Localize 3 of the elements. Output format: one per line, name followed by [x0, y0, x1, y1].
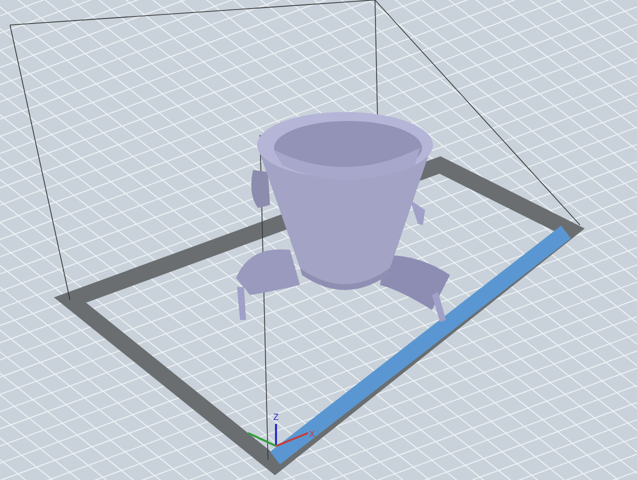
axis-label: Z: [273, 412, 279, 422]
3d-viewport[interactable]: Z X: [0, 0, 637, 480]
axis-label: X: [309, 429, 315, 439]
